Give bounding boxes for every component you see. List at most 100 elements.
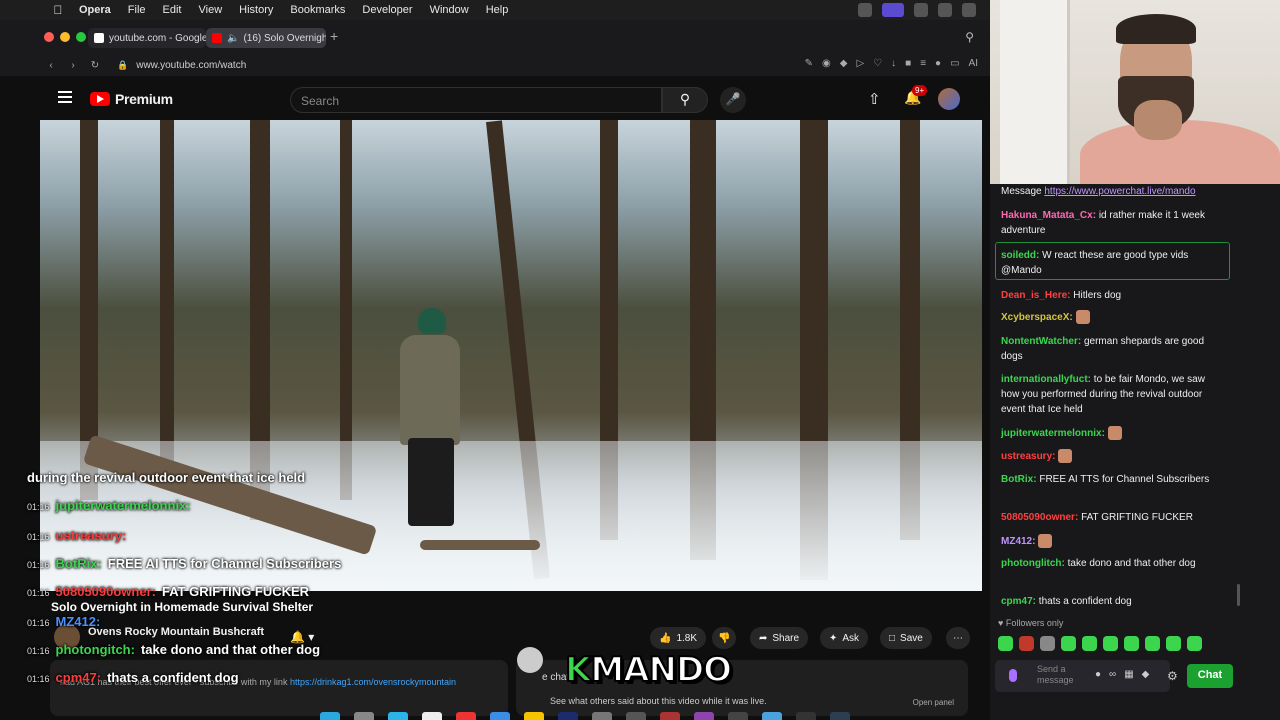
minimize-window-button[interactable] bbox=[60, 32, 70, 42]
account-avatar[interactable] bbox=[938, 88, 960, 110]
save-button[interactable]: □ Save bbox=[880, 627, 932, 649]
infinity-icon[interactable]: ∞ bbox=[1109, 669, 1116, 680]
edit-icon[interactable]: ✎ bbox=[805, 58, 813, 69]
voice-search-mic-icon[interactable]: 🎤 bbox=[720, 87, 746, 113]
chat-settings-gear-icon[interactable]: ⚙ bbox=[1167, 669, 1178, 683]
desc-link[interactable]: https://drinkag1.com/ovensrockymountain bbox=[290, 677, 456, 687]
lock-icon[interactable]: 🔒 bbox=[117, 60, 128, 71]
dock-app-icon[interactable] bbox=[422, 712, 442, 720]
download-icon[interactable]: ↓ bbox=[891, 58, 896, 69]
dock-app-icon[interactable] bbox=[796, 712, 816, 720]
emote-icon[interactable] bbox=[1040, 636, 1055, 651]
heart-icon[interactable]: ♡ bbox=[873, 58, 882, 69]
chat-input[interactable]: Send a message ● ∞ ▦ ◆ bbox=[995, 660, 1170, 692]
dislike-button[interactable]: 👎 bbox=[712, 627, 737, 649]
menu-icon[interactable]: ≡ bbox=[920, 58, 926, 69]
emote-icon[interactable] bbox=[1061, 636, 1076, 651]
control-center-icon[interactable] bbox=[882, 3, 904, 17]
menu-help[interactable]: Help bbox=[486, 4, 509, 16]
dock-app-icon[interactable] bbox=[388, 712, 408, 720]
emote-icon[interactable] bbox=[1019, 636, 1034, 651]
emote-icon[interactable] bbox=[1124, 636, 1139, 651]
dock-app-icon[interactable] bbox=[524, 712, 544, 720]
chat-username[interactable]: XcyberspaceX: bbox=[1001, 312, 1073, 323]
chat-username[interactable]: NontentWatcher: bbox=[1001, 336, 1081, 347]
chat-username[interactable]: Hakuna_Matata_Cx: bbox=[1001, 210, 1096, 221]
chat-username[interactable]: BotRix: bbox=[1001, 474, 1037, 485]
chat-scrollbar[interactable] bbox=[1237, 584, 1240, 606]
chat-username[interactable]: soiledd: bbox=[1001, 250, 1039, 261]
chat-username[interactable]: internationallyfuct: bbox=[1001, 374, 1091, 385]
dock-app-icon[interactable] bbox=[320, 712, 340, 720]
video-description[interactable]: #ad AG1 has their best offer ever - subs… bbox=[50, 660, 508, 716]
camera-icon[interactable]: ◉ bbox=[822, 58, 831, 69]
search-input[interactable]: Search bbox=[290, 87, 662, 113]
dock-app-icon[interactable] bbox=[626, 712, 646, 720]
youtube-logo-icon[interactable] bbox=[90, 92, 110, 106]
back-icon[interactable]: ‹ bbox=[43, 60, 59, 71]
chat-username[interactable]: jupiterwatermelonnix: bbox=[1001, 428, 1105, 439]
chat-username[interactable]: 50805090owner: bbox=[1001, 512, 1078, 523]
chat-username[interactable]: ustreasury: bbox=[1001, 451, 1055, 462]
gift-icon[interactable]: ◆ bbox=[1142, 669, 1150, 680]
search-button[interactable]: ⚲ bbox=[662, 87, 708, 113]
ask-button[interactable]: ✦ Ask bbox=[820, 627, 869, 649]
create-upload-icon[interactable]: ⇧ bbox=[868, 90, 881, 108]
menu-bookmarks[interactable]: Bookmarks bbox=[290, 4, 345, 16]
dock-app-icon[interactable] bbox=[830, 712, 850, 720]
store-icon[interactable]: ▦ bbox=[1124, 669, 1133, 680]
share-button[interactable]: ➦ Share bbox=[750, 627, 809, 649]
cube-icon[interactable]: ▭ bbox=[950, 58, 959, 69]
tab-youtube[interactable]: 🔈 (16) Solo Overnight bbox=[206, 28, 326, 48]
apple-icon[interactable]:  bbox=[51, 3, 65, 17]
video-player[interactable] bbox=[40, 120, 982, 591]
menu-history[interactable]: History bbox=[239, 4, 273, 16]
powerchat-link[interactable]: https://www.powerchat.live/mando bbox=[1044, 186, 1195, 197]
dock-app-icon[interactable] bbox=[762, 712, 782, 720]
clock-icon[interactable] bbox=[938, 3, 952, 17]
menu-app-name[interactable]: Opera bbox=[79, 4, 111, 16]
dock-app-icon[interactable] bbox=[354, 712, 374, 720]
open-panel-button[interactable]: Open panel bbox=[913, 698, 954, 707]
menu-developer[interactable]: Developer bbox=[362, 4, 412, 16]
dock-app-icon[interactable] bbox=[694, 712, 714, 720]
menu-view[interactable]: View bbox=[199, 4, 223, 16]
tab-google[interactable]: youtube.com - Google S bbox=[88, 28, 206, 48]
dock-app-icon[interactable] bbox=[490, 712, 510, 720]
profile-icon[interactable]: ● bbox=[935, 58, 941, 69]
night-mode-icon[interactable] bbox=[914, 3, 928, 17]
shield-icon[interactable]: ◆ bbox=[840, 58, 848, 69]
tab-search-icon[interactable]: ⚲ bbox=[965, 30, 974, 44]
forward-icon[interactable]: › bbox=[65, 60, 81, 71]
dock-app-icon[interactable] bbox=[660, 712, 680, 720]
like-button[interactable]: 👍 1.8K bbox=[650, 627, 707, 649]
chat-username[interactable]: photonglitch: bbox=[1001, 558, 1065, 569]
dock-app-icon[interactable] bbox=[558, 712, 578, 720]
menu-edit[interactable]: Edit bbox=[163, 4, 182, 16]
chat-username[interactable]: MZ412: bbox=[1001, 536, 1035, 547]
emote-icon[interactable] bbox=[1082, 636, 1097, 651]
new-tab-button[interactable]: + bbox=[330, 28, 338, 44]
mic-icon[interactable] bbox=[1009, 669, 1017, 682]
chat-username[interactable]: Dean_is_Here: bbox=[1001, 290, 1070, 301]
send-chat-button[interactable]: Chat bbox=[1187, 664, 1233, 688]
dock-app-icon[interactable] bbox=[592, 712, 612, 720]
emote-icon[interactable] bbox=[1145, 636, 1160, 651]
emote-icon[interactable] bbox=[1166, 636, 1181, 651]
extension-icon[interactable]: ■ bbox=[905, 58, 911, 69]
emote-icon[interactable] bbox=[998, 636, 1013, 651]
dock-app-icon[interactable] bbox=[456, 712, 476, 720]
url-field[interactable]: www.youtube.com/watch bbox=[136, 60, 246, 71]
reload-icon[interactable]: ↻ bbox=[87, 60, 103, 71]
dock-app-icon[interactable] bbox=[728, 712, 748, 720]
chat-username[interactable]: cpm47: bbox=[1001, 596, 1036, 607]
emote-icon[interactable] bbox=[1187, 636, 1202, 651]
close-window-button[interactable] bbox=[44, 32, 54, 42]
hamburger-menu-icon[interactable] bbox=[58, 91, 72, 103]
youtube-brand[interactable]: Premium bbox=[115, 91, 173, 107]
notifications-bell-icon[interactable]: 🔔 9+ bbox=[904, 85, 928, 106]
emoji-icon[interactable]: ● bbox=[1095, 669, 1101, 680]
menu-file[interactable]: File bbox=[128, 4, 146, 16]
channel-name[interactable]: Ovens Rocky Mountain Bushcraft bbox=[88, 626, 264, 638]
ai-button[interactable]: AI bbox=[969, 58, 978, 69]
